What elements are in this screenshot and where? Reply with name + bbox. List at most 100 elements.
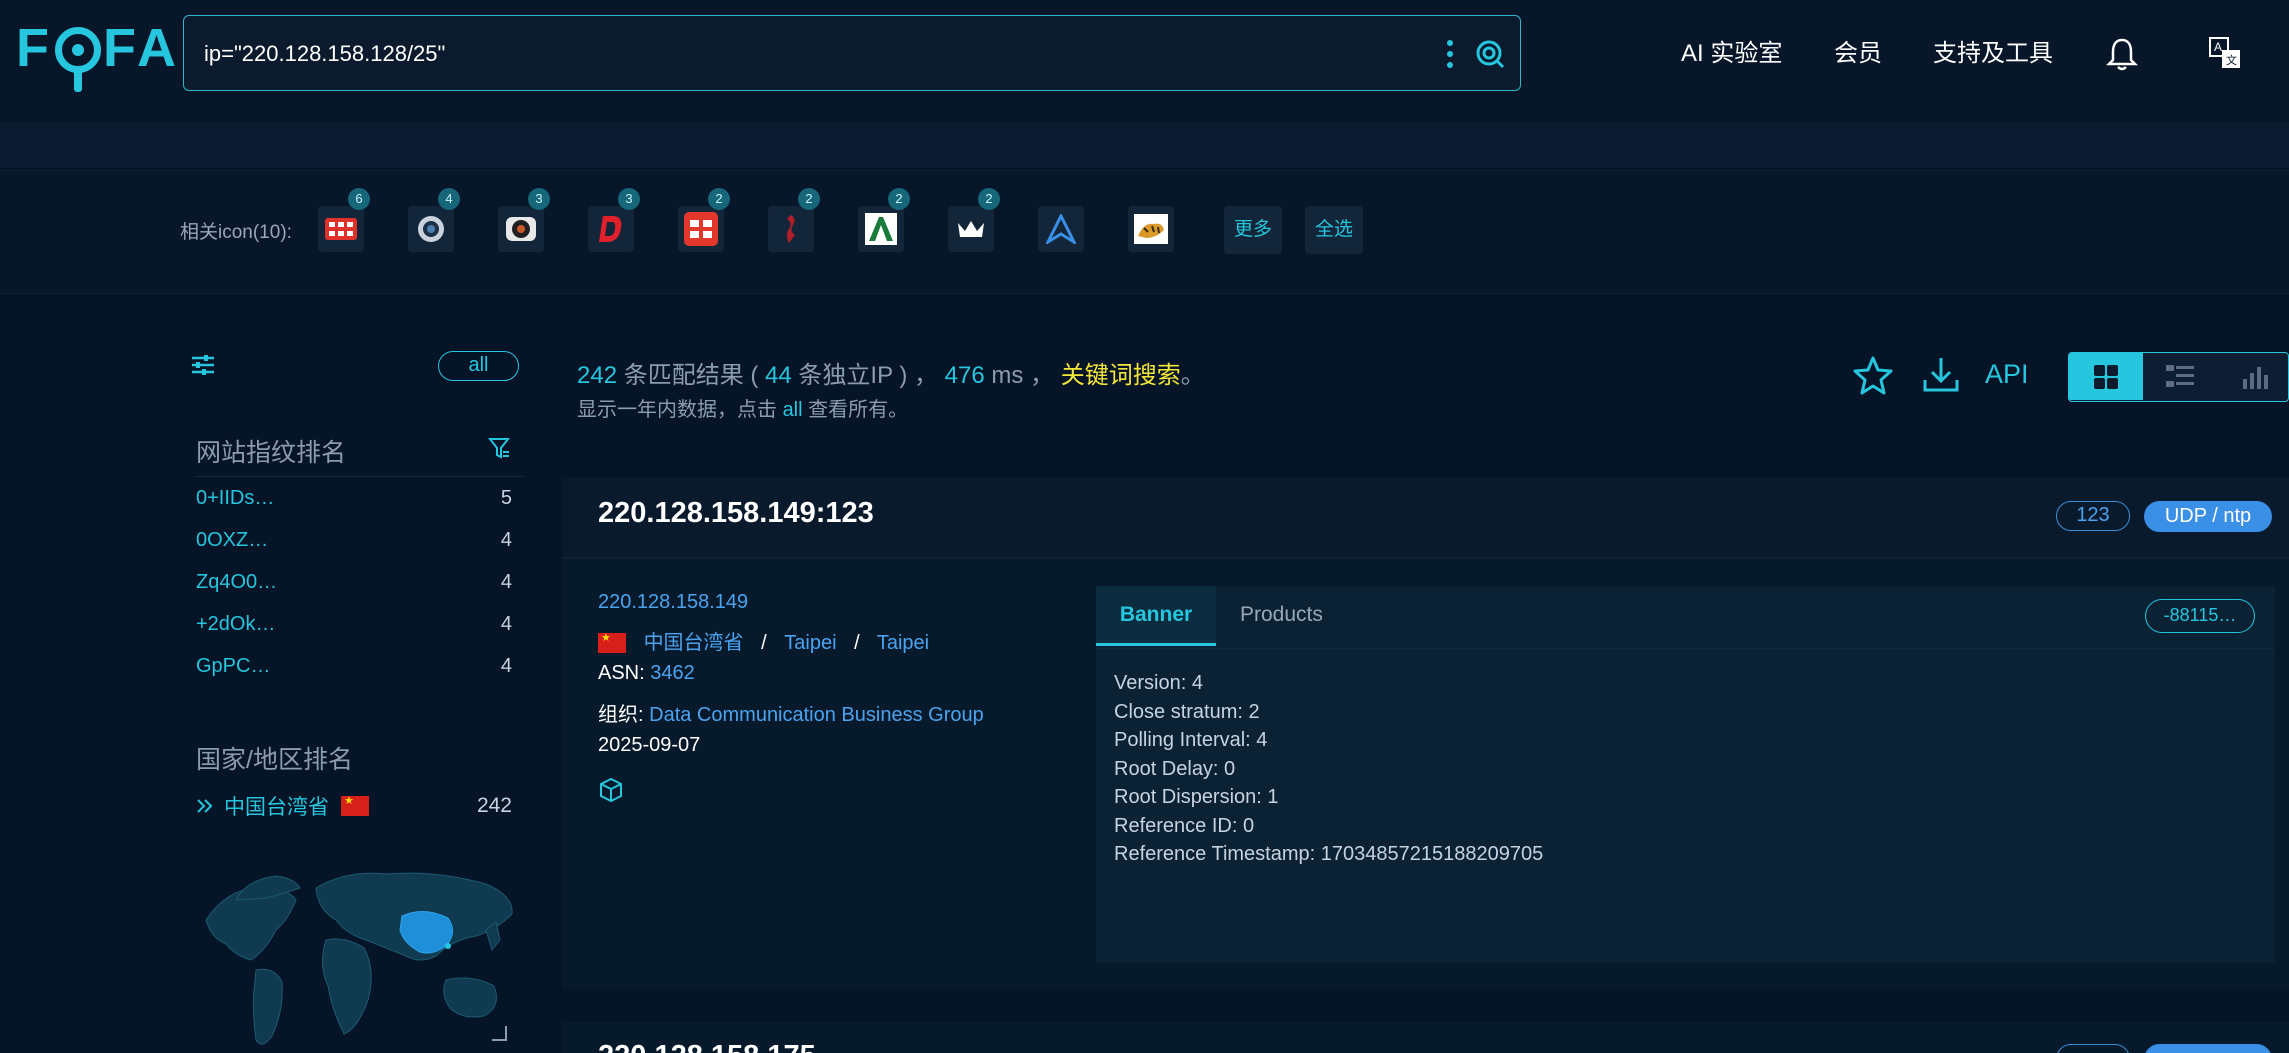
icon-count-badge: 4 bbox=[438, 188, 460, 210]
port-badge[interactable]: 123 bbox=[2056, 501, 2130, 531]
summary-text: 条匹配结果 ( bbox=[617, 362, 766, 389]
related-icon-10[interactable] bbox=[1128, 206, 1174, 252]
related-icon-3[interactable]: 3 bbox=[498, 188, 550, 252]
org-link[interactable]: Data Communication Business Group bbox=[649, 704, 984, 726]
related-icons-label: 相关icon(10): bbox=[180, 222, 292, 243]
select-all-button[interactable]: 全选 bbox=[1305, 206, 1364, 254]
list-view-button[interactable] bbox=[2143, 353, 2217, 400]
unique-ip-count: 44 bbox=[765, 362, 792, 389]
star-icon[interactable] bbox=[1852, 354, 1894, 396]
related-icon-7[interactable]: 2 bbox=[858, 188, 910, 252]
asn-label: ASN: bbox=[598, 662, 651, 684]
result-host-title[interactable]: 220.128.158.175 bbox=[598, 1040, 816, 1053]
tab-products[interactable]: Products bbox=[1240, 586, 1323, 646]
view-toggle bbox=[2068, 352, 2289, 402]
logo-o-icon bbox=[55, 27, 101, 92]
banner-text: Version: 4 Close stratum: 2 Polling Inte… bbox=[1114, 672, 1544, 865]
protocol-badge[interactable]: UDP / ntp bbox=[2144, 501, 2272, 532]
ip-link[interactable]: 220.128.158.149 bbox=[598, 591, 748, 613]
city-link[interactable]: Taipei bbox=[877, 632, 929, 654]
fortinet-icon bbox=[684, 212, 718, 246]
search-box bbox=[183, 15, 1521, 91]
more-options-icon[interactable] bbox=[1445, 36, 1455, 72]
related-icon-8[interactable]: 2 bbox=[948, 188, 1000, 252]
summary-text: 条独立IP ) ， bbox=[791, 362, 945, 389]
cube-icon[interactable] bbox=[598, 777, 624, 803]
download-icon[interactable] bbox=[1920, 354, 1962, 396]
location-separator: / bbox=[854, 632, 860, 654]
filter-settings-icon[interactable] bbox=[190, 352, 216, 378]
svg-text:文: 文 bbox=[2226, 53, 2237, 67]
show-all-link[interactable]: all bbox=[783, 399, 803, 421]
chart-view-button[interactable] bbox=[2217, 353, 2288, 400]
list-view-icon bbox=[2166, 364, 2194, 387]
funnel-icon[interactable] bbox=[488, 436, 510, 460]
brush-figure-icon bbox=[787, 215, 795, 243]
fingerprint-name: GpPC… bbox=[196, 654, 271, 677]
related-icon-2[interactable]: 4 bbox=[408, 188, 460, 252]
result-location: 中国台湾省 / Taipei / Taipei bbox=[598, 626, 929, 655]
fofa-logo[interactable]: F FA bbox=[16, 14, 180, 92]
keyword-search-link[interactable]: 关键词搜索 bbox=[1061, 362, 1181, 389]
total-count: 242 bbox=[577, 362, 618, 389]
grid-logo-icon bbox=[325, 218, 357, 240]
port-badge[interactable] bbox=[2056, 1044, 2130, 1053]
related-icon-1[interactable]: 6 bbox=[318, 188, 370, 252]
fingerprint-count: 4 bbox=[500, 612, 512, 635]
api-link[interactable]: API bbox=[1985, 359, 2029, 390]
fingerprint-ranking-title: 网站指纹排名 bbox=[196, 439, 347, 467]
fingerprint-row[interactable]: 0OXZ… 4 bbox=[196, 522, 512, 558]
nav-ai-lab[interactable]: AI 实验室 bbox=[1681, 34, 1782, 74]
arrow-a-icon bbox=[1046, 214, 1076, 244]
crown-icon bbox=[958, 221, 984, 237]
camera-lens-icon bbox=[418, 216, 444, 242]
note-text: 显示一年内数据，点击 bbox=[577, 399, 783, 421]
results-note: 显示一年内数据，点击 all 查看所有。 bbox=[577, 393, 908, 422]
translate-icon[interactable]: A 文 bbox=[2208, 36, 2242, 70]
country-row[interactable]: 中国台湾省 242 bbox=[196, 788, 512, 824]
asn-link[interactable]: 3462 bbox=[650, 662, 695, 684]
icon-count-badge: 3 bbox=[528, 188, 550, 210]
fingerprint-count: 4 bbox=[500, 654, 512, 677]
fingerprint-row[interactable]: Zq4O0… 4 bbox=[196, 564, 512, 600]
icon-hash-pill[interactable]: -88115… bbox=[2145, 599, 2255, 633]
result-ip[interactable]: 220.128.158.149 bbox=[598, 591, 748, 614]
all-filter-pill[interactable]: all bbox=[438, 351, 519, 381]
banner-panel: Banner Products -88115… Version: 4 Close… bbox=[1096, 586, 2275, 963]
region-link[interactable]: Taipei bbox=[784, 632, 836, 654]
related-icon-6[interactable]: 2 bbox=[768, 188, 820, 252]
search-input[interactable] bbox=[204, 36, 1404, 72]
fingerprint-row[interactable]: GpPC… 4 bbox=[196, 648, 512, 684]
protocol-badge[interactable] bbox=[2144, 1044, 2272, 1053]
webcam-icon bbox=[506, 217, 536, 241]
tab-banner[interactable]: Banner bbox=[1096, 586, 1216, 646]
fingerprint-count: 4 bbox=[500, 570, 512, 593]
nav-support-tools[interactable]: 支持及工具 bbox=[1933, 34, 2053, 74]
icon-count-badge: 2 bbox=[708, 188, 730, 210]
icon-count-badge: 2 bbox=[888, 188, 910, 210]
result-card: 220.128.158.175 bbox=[562, 1022, 2289, 1053]
double-chevron-icon[interactable] bbox=[196, 797, 214, 815]
grid-view-button[interactable] bbox=[2069, 353, 2143, 400]
nav-membership[interactable]: 会员 bbox=[1834, 34, 1882, 74]
related-icon-4[interactable]: 3 bbox=[588, 188, 640, 252]
header-band bbox=[0, 122, 2289, 168]
fingerprint-row[interactable]: 0+IIDs… 5 bbox=[196, 480, 512, 516]
related-icon-5[interactable]: 2 bbox=[678, 188, 730, 252]
fingerprint-row[interactable]: +2dOk… 4 bbox=[196, 606, 512, 642]
search-icon[interactable] bbox=[1474, 38, 1506, 70]
world-map[interactable] bbox=[196, 860, 516, 1053]
country-name: 中国台湾省 bbox=[224, 796, 329, 819]
bell-icon[interactable] bbox=[2105, 36, 2139, 72]
location-separator: / bbox=[761, 632, 767, 654]
result-card-header: 220.128.158.149:123 123 UDP / ntp bbox=[562, 477, 2289, 559]
country-link[interactable]: 中国台湾省 bbox=[644, 632, 744, 654]
fingerprint-count: 5 bbox=[500, 486, 512, 509]
d-logo-icon bbox=[599, 216, 622, 242]
country-ranking-title: 国家/地区排名 bbox=[196, 746, 353, 774]
more-icons-button[interactable]: 更多 bbox=[1224, 206, 1283, 254]
result-host-title[interactable]: 220.128.158.149:123 bbox=[598, 497, 874, 530]
sidebar-divider bbox=[194, 476, 524, 477]
fingerprint-name: Zq4O0… bbox=[196, 570, 278, 593]
related-icon-9[interactable] bbox=[1038, 206, 1084, 252]
